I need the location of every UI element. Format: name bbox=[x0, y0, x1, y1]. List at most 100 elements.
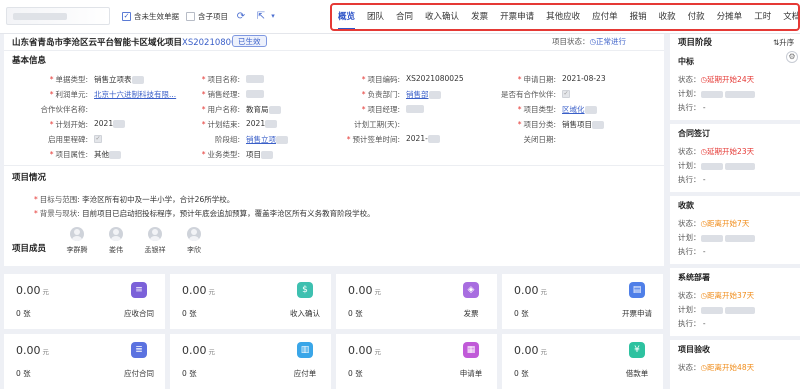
summary-card[interactable]: 0.00 元 0 张 $ 收入确认 bbox=[170, 274, 331, 329]
goal-value: 李沧区所有初中及一半小学，合计26所学校。 bbox=[82, 195, 235, 204]
field-label-text: 销售经理: bbox=[207, 90, 240, 99]
card-type-icon: $ bbox=[297, 282, 313, 298]
tab-12[interactable]: 工时 bbox=[754, 5, 771, 29]
tab-6[interactable]: 其他应收 bbox=[546, 5, 580, 29]
stage-status-value: 距离开始37天 bbox=[707, 291, 755, 300]
card-amount: 0.00 元 bbox=[16, 284, 49, 297]
redacted-value bbox=[276, 136, 288, 144]
tab-5[interactable]: 开票申请 bbox=[500, 5, 534, 29]
field-value-text[interactable]: 销售立项 bbox=[246, 135, 276, 144]
field-label: * 项目编码: bbox=[362, 74, 400, 85]
field-value-text: 销售立项表 bbox=[94, 75, 132, 84]
member-name: 李欣 bbox=[187, 246, 201, 254]
field-label-text: 合作伙伴名称: bbox=[40, 105, 88, 114]
summary-card[interactable]: 0.00 元 0 张 ≣ 应付合同 bbox=[4, 334, 165, 389]
card-amount-value: 0.00 bbox=[182, 344, 207, 357]
field-value-text[interactable]: 区域化 bbox=[562, 105, 585, 114]
required-mark: * bbox=[517, 120, 522, 129]
tab-13[interactable]: 文档 bbox=[783, 5, 798, 29]
goal-label: 目标与范围: bbox=[39, 195, 80, 204]
card-label: 收入确认 bbox=[290, 309, 320, 318]
stage-status: 状态：◷延期开始23天 bbox=[678, 146, 754, 157]
include-unused-label: 含未生效单据 bbox=[134, 12, 179, 21]
include-sub-checkbox[interactable]: 含子项目 bbox=[186, 11, 228, 22]
required-mark: * bbox=[346, 135, 351, 144]
member-item[interactable]: 孟银祥 bbox=[137, 227, 173, 255]
member-item[interactable]: 李群腾 bbox=[59, 227, 95, 255]
summary-card[interactable]: 0.00 元 0 张 ▥ 应付单 bbox=[170, 334, 331, 389]
redacted-value bbox=[427, 135, 440, 143]
tab-bar: 概览团队合同收入确认发票开票申请其他应收应付单报销收款付款分摊单工时文档统计 bbox=[330, 3, 800, 31]
field-value[interactable]: 销售部 bbox=[406, 89, 443, 100]
stage-plan-label: 计划： bbox=[678, 89, 701, 98]
summary-card[interactable]: 0.00 元 0 张 ◈ 发票 bbox=[336, 274, 497, 329]
stage-plan-label: 计划： bbox=[678, 233, 701, 242]
tab-8[interactable]: 报销 bbox=[630, 5, 647, 29]
card-count: 0 张 bbox=[16, 309, 31, 318]
summary-card[interactable]: 0.00 元 0 张 ≡ 应收合同 bbox=[4, 274, 165, 329]
required-mark: * bbox=[49, 75, 54, 84]
tab-3[interactable]: 收入确认 bbox=[425, 5, 459, 29]
field-value: 销售立项表 bbox=[94, 74, 146, 85]
tab-11[interactable]: 分摊单 bbox=[717, 5, 743, 29]
card-label: 发票 bbox=[463, 309, 479, 318]
card-type-icon: ≡ bbox=[131, 282, 147, 298]
chevron-down-icon[interactable]: ▾ bbox=[266, 9, 280, 23]
summary-card[interactable]: 0.00 元 0 张 ▦ 申请单 bbox=[336, 334, 497, 389]
project-select[interactable] bbox=[6, 7, 110, 25]
stage-name: 项目验收 bbox=[678, 345, 710, 354]
gear-icon[interactable]: ⚙ bbox=[786, 51, 798, 63]
card-amount: 0.00 元 bbox=[348, 344, 381, 357]
tab-7[interactable]: 应付单 bbox=[592, 5, 618, 29]
tab-0[interactable]: 概览 bbox=[338, 5, 356, 29]
sort-button[interactable]: ⇅升序 bbox=[773, 37, 794, 48]
card-amount: 0.00 元 bbox=[182, 344, 215, 357]
field-value-text[interactable]: 北京十六进制科技有限... bbox=[94, 90, 176, 99]
member-item[interactable]: 娄伟 bbox=[98, 227, 134, 255]
tab-10[interactable]: 付款 bbox=[688, 5, 705, 29]
tab-9[interactable]: 收款 bbox=[659, 5, 676, 29]
redacted-value bbox=[246, 75, 264, 83]
stage-status: 状态：◷距离开始7天 bbox=[678, 218, 749, 229]
card-amount-value: 0.00 bbox=[182, 284, 207, 297]
summary-card[interactable]: 0.00 元 0 张 ¥ 借款单 bbox=[502, 334, 663, 389]
stage-plan-label: 计划： bbox=[678, 305, 701, 314]
members-title: 项目成员 bbox=[12, 244, 47, 254]
summary-card[interactable]: 0.00 元 0 张 ▤ 开票申请 bbox=[502, 274, 663, 329]
include-unused-checkbox[interactable]: ✓ 含未生效单据 bbox=[122, 11, 179, 22]
top-toolbar: ✓ 含未生效单据 含子项目 ⟳ ⇱ ▾ 概览 团队 合同 收入确认 发票 开票申请 其他应收… bbox=[0, 0, 800, 34]
stage-plan: 计划： bbox=[678, 160, 755, 171]
field-value[interactable]: 北京十六进制科技有限... bbox=[94, 89, 176, 100]
stage-status-value: 距离开始48天 bbox=[707, 363, 755, 372]
stage-name: 中标 bbox=[678, 57, 694, 66]
required-mark: * bbox=[517, 75, 522, 84]
card-count: 0 张 bbox=[16, 369, 31, 378]
refresh-icon[interactable]: ⟳ bbox=[234, 9, 248, 23]
stage-exec: 执行： - bbox=[678, 318, 706, 329]
stage-exec-label: 执行： bbox=[678, 103, 701, 112]
redacted-value bbox=[246, 90, 264, 98]
stage-status-value: 延期开始23天 bbox=[707, 147, 755, 156]
field-label-text: 启用里程碑: bbox=[47, 135, 88, 144]
field-value-text: 2021 bbox=[246, 119, 266, 128]
field-value[interactable]: 区域化 bbox=[562, 104, 599, 115]
tab-4[interactable]: 发票 bbox=[471, 5, 488, 29]
field-value-text[interactable]: 销售部 bbox=[406, 90, 429, 99]
status-badge: 已生效 bbox=[232, 35, 267, 47]
member-item[interactable]: 李欣 bbox=[176, 227, 212, 255]
stage-status-value: 距离开始7天 bbox=[707, 219, 750, 228]
redacted-value bbox=[109, 151, 121, 159]
field-value[interactable]: 销售立项 bbox=[246, 134, 290, 145]
field-label: * 利润单元: bbox=[50, 89, 88, 100]
tab-2[interactable]: 合同 bbox=[396, 5, 413, 29]
card-amount-value: 0.00 bbox=[348, 284, 373, 297]
situation-title: 项目情况 bbox=[12, 173, 47, 183]
card-label: 应收合同 bbox=[124, 309, 154, 318]
card-count: 0 张 bbox=[182, 369, 197, 378]
field-value[interactable] bbox=[406, 104, 426, 113]
required-mark: * bbox=[361, 90, 366, 99]
stage-status-label: 状态： bbox=[678, 363, 701, 372]
tab-1[interactable]: 团队 bbox=[367, 5, 384, 29]
stage-status: 状态：◷距离开始48天 bbox=[678, 362, 754, 373]
redacted-value bbox=[268, 106, 281, 114]
